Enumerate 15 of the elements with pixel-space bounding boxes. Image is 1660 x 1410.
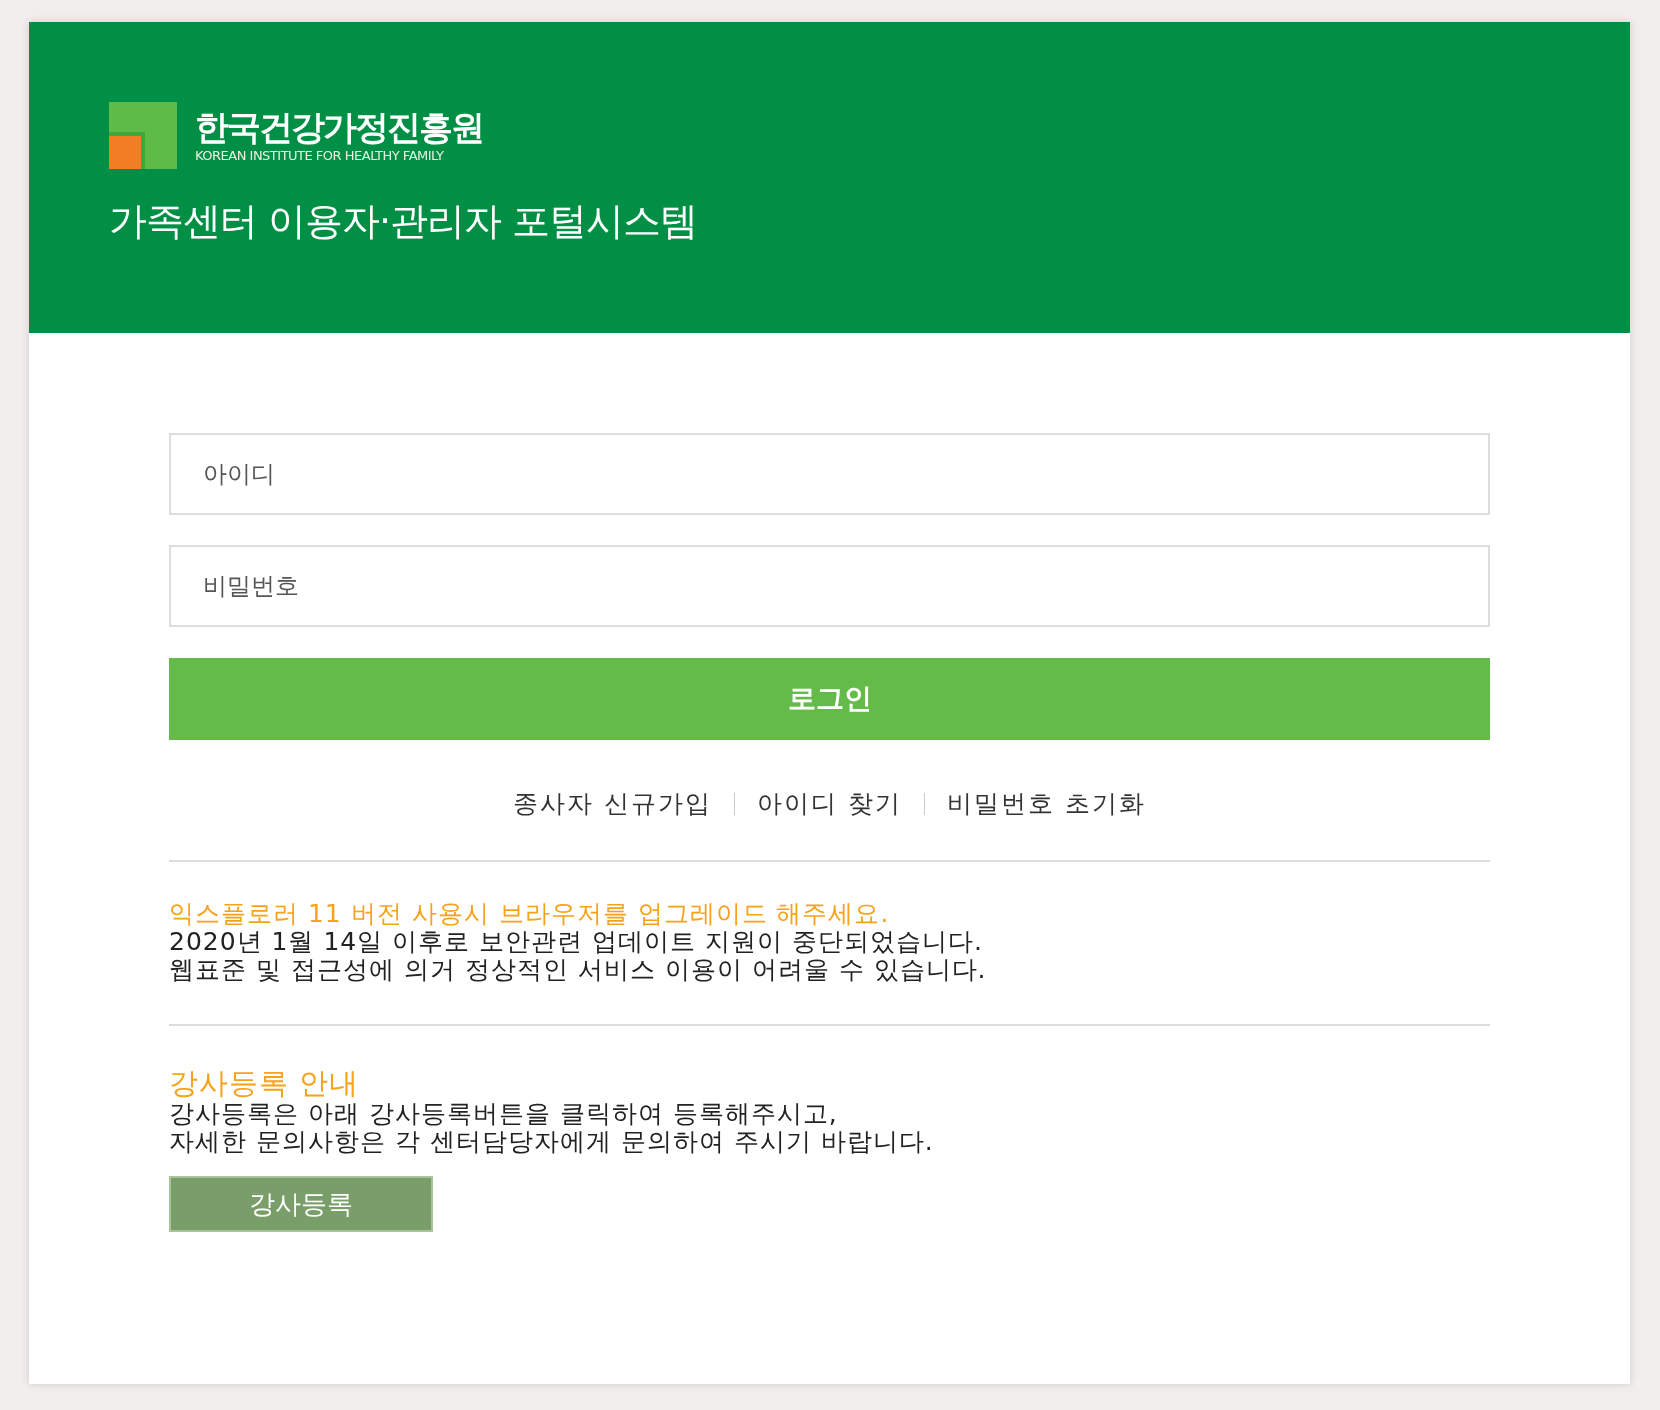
logo-icon — [109, 102, 177, 169]
logo-subtitle: KOREAN INSTITUTE FOR HEALTHY FAMILY — [195, 146, 445, 165]
account-link[interactable]: 아이디 찾기 — [757, 785, 902, 823]
notice-text: 웹표준 및 접근성에 의거 정상적인 서비스 이용이 어려울 수 있습니다. — [169, 956, 988, 984]
notice-text: 자세한 문의사항은 각 센터담당자에게 문의하여 주시기 바랍니다. — [169, 1128, 935, 1156]
page-title: 가족센터 이용자·관리자 포털시스템 — [109, 198, 698, 245]
notice-heading: 익스플로러 11 버전 사용시 브라우저를 업그레이드 해주세요. — [169, 900, 891, 928]
password-input-field[interactable]: 비밀번호 — [169, 545, 1490, 627]
notice-text: 2020년 1월 14일 이후로 보안관련 업데이트 지원이 중단되었습니다. — [169, 928, 984, 956]
notice-heading: 강사등록 안내 — [169, 1066, 361, 1100]
id-input-field[interactable]: 아이디 — [169, 433, 1490, 515]
account-link[interactable]: 비밀번호 초기화 — [946, 785, 1146, 823]
notice-text: 강사등록은 아래 강사등록버튼을 클릭하여 등록해주시고, — [169, 1100, 839, 1128]
logo-text: 한국건강가정진흥원 — [195, 106, 483, 147]
account-link[interactable]: 종사자 신규가입 — [513, 785, 712, 823]
